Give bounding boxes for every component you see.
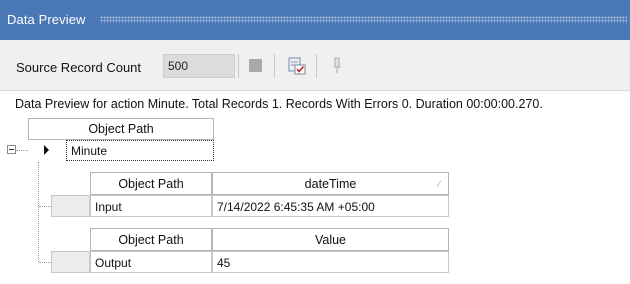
datetime-header-label: dateTime	[304, 177, 357, 191]
tree-line	[38, 162, 39, 262]
sub-table-1-datetime-cell[interactable]: 7/14/2022 6:45:35 AM +05:00	[212, 195, 449, 217]
root-row-value[interactable]: Minute	[66, 140, 214, 161]
toolbar: Source Record Count 500	[0, 40, 630, 91]
pin-icon[interactable]	[331, 56, 343, 76]
sub-table-1-header-object-path[interactable]: Object Path	[90, 172, 212, 195]
object-path-header[interactable]: Object Path	[28, 118, 214, 140]
source-record-count-label: Source Record Count	[16, 60, 142, 75]
collapse-icon[interactable]	[7, 145, 16, 154]
sort-icon: ⁄	[438, 179, 440, 189]
row-selector[interactable]	[51, 251, 90, 273]
source-record-count-input[interactable]: 500	[163, 54, 235, 78]
stop-icon[interactable]	[248, 58, 264, 74]
row-selector[interactable]	[51, 195, 90, 217]
tree-line	[39, 262, 51, 263]
sub-table-1-input-cell[interactable]: Input	[90, 195, 212, 217]
preview-check-icon[interactable]	[287, 56, 307, 76]
tree-line	[16, 150, 28, 151]
toolbar-separator	[316, 54, 317, 78]
sub-table-2-header-value[interactable]: Value	[212, 228, 449, 251]
toolbar-separator	[238, 54, 239, 78]
tree-line	[39, 206, 51, 207]
current-row-arrow-icon	[44, 145, 49, 155]
status-text: Data Preview for action Minute. Total Re…	[15, 97, 543, 111]
sub-table-2-output-cell[interactable]: Output	[90, 251, 212, 273]
toolbar-separator	[274, 54, 275, 78]
sub-table-1-header-datetime[interactable]: dateTime ⁄	[212, 172, 449, 195]
window-title: Data Preview	[7, 12, 86, 27]
title-bar-grip[interactable]	[100, 16, 627, 23]
sub-table-2-header-object-path[interactable]: Object Path	[90, 228, 212, 251]
sub-table-2-value-cell[interactable]: 45	[212, 251, 449, 273]
title-bar: Data Preview	[0, 0, 630, 40]
